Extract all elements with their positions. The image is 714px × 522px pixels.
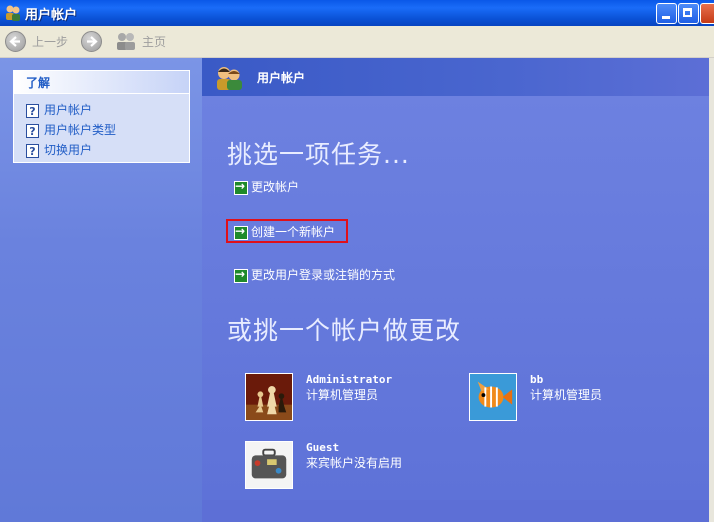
green-arrow-icon [234,267,248,283]
learn-title: 了解 [26,76,51,90]
green-arrow-icon [234,179,248,195]
learn-item-switch-user[interactable]: ? 切换用户 [26,141,92,159]
fish-icon [469,373,517,421]
account-type: 计算机管理员 [530,388,603,402]
user-accounts-icon [217,67,242,90]
home-label[interactable]: 主页 [142,33,166,50]
forward-button[interactable] [81,31,102,52]
back-label[interactable]: 上一步 [32,33,68,50]
account-type: 来宾帐户没有启用 [306,456,403,470]
task-label: 更改用户登录或注销的方式 [251,268,396,282]
learn-box: 了解 ? 用户帐户 ? 用户帐户类型 ? 切换用户 [13,70,190,163]
account-name: Administrator [306,373,393,386]
create-account-highlight [226,219,348,243]
title-bar: 用户帐户 [0,0,714,26]
task-label: 更改帐户 [251,180,300,194]
learn-item-account-types[interactable]: ? 用户帐户类型 [26,121,116,139]
task-change-logon[interactable]: 更改用户登录或注销的方式 [234,266,395,284]
user-accounts-icon [6,5,20,21]
maximize-button[interactable] [678,3,699,24]
account-type: 计算机管理员 [306,388,379,402]
arrow-left-icon [9,36,20,47]
learn-item-label: 切换用户 [44,143,93,157]
home-users-icon[interactable] [114,31,138,51]
chess-icon [245,373,293,421]
close-button[interactable] [700,3,714,24]
header-band: 用户帐户 [202,58,714,96]
suitcase-icon [245,441,293,489]
left-pane: 了解 ? 用户帐户 ? 用户帐户类型 ? 切换用户 [0,58,202,522]
learn-item-user-accounts[interactable]: ? 用户帐户 [26,101,92,119]
main-pane: 用户帐户 挑选一项任务... 更改帐户 创建一个新帐户 更改用户登录或注销的方式… [202,58,714,522]
account-name: Guest [306,441,340,454]
window-right-border [709,58,714,522]
help-icon: ? [26,103,39,118]
minimize-button[interactable] [656,3,677,24]
toolbar: 上一步 主页 [0,26,714,58]
help-icon: ? [26,123,39,138]
learn-item-label: 用户帐户 [44,103,93,117]
account-heading: 或挑一个帐户做更改 [227,316,462,345]
header-title: 用户帐户 [257,71,306,85]
task-heading: 挑选一项任务... [227,140,410,169]
arrow-right-icon [87,36,98,47]
account-name: bb [530,373,544,386]
back-button[interactable] [5,31,26,52]
help-icon: ? [26,143,39,158]
learn-item-label: 用户帐户类型 [44,123,117,137]
window-title: 用户帐户 [25,8,78,23]
task-change-account[interactable]: 更改帐户 [234,178,299,196]
